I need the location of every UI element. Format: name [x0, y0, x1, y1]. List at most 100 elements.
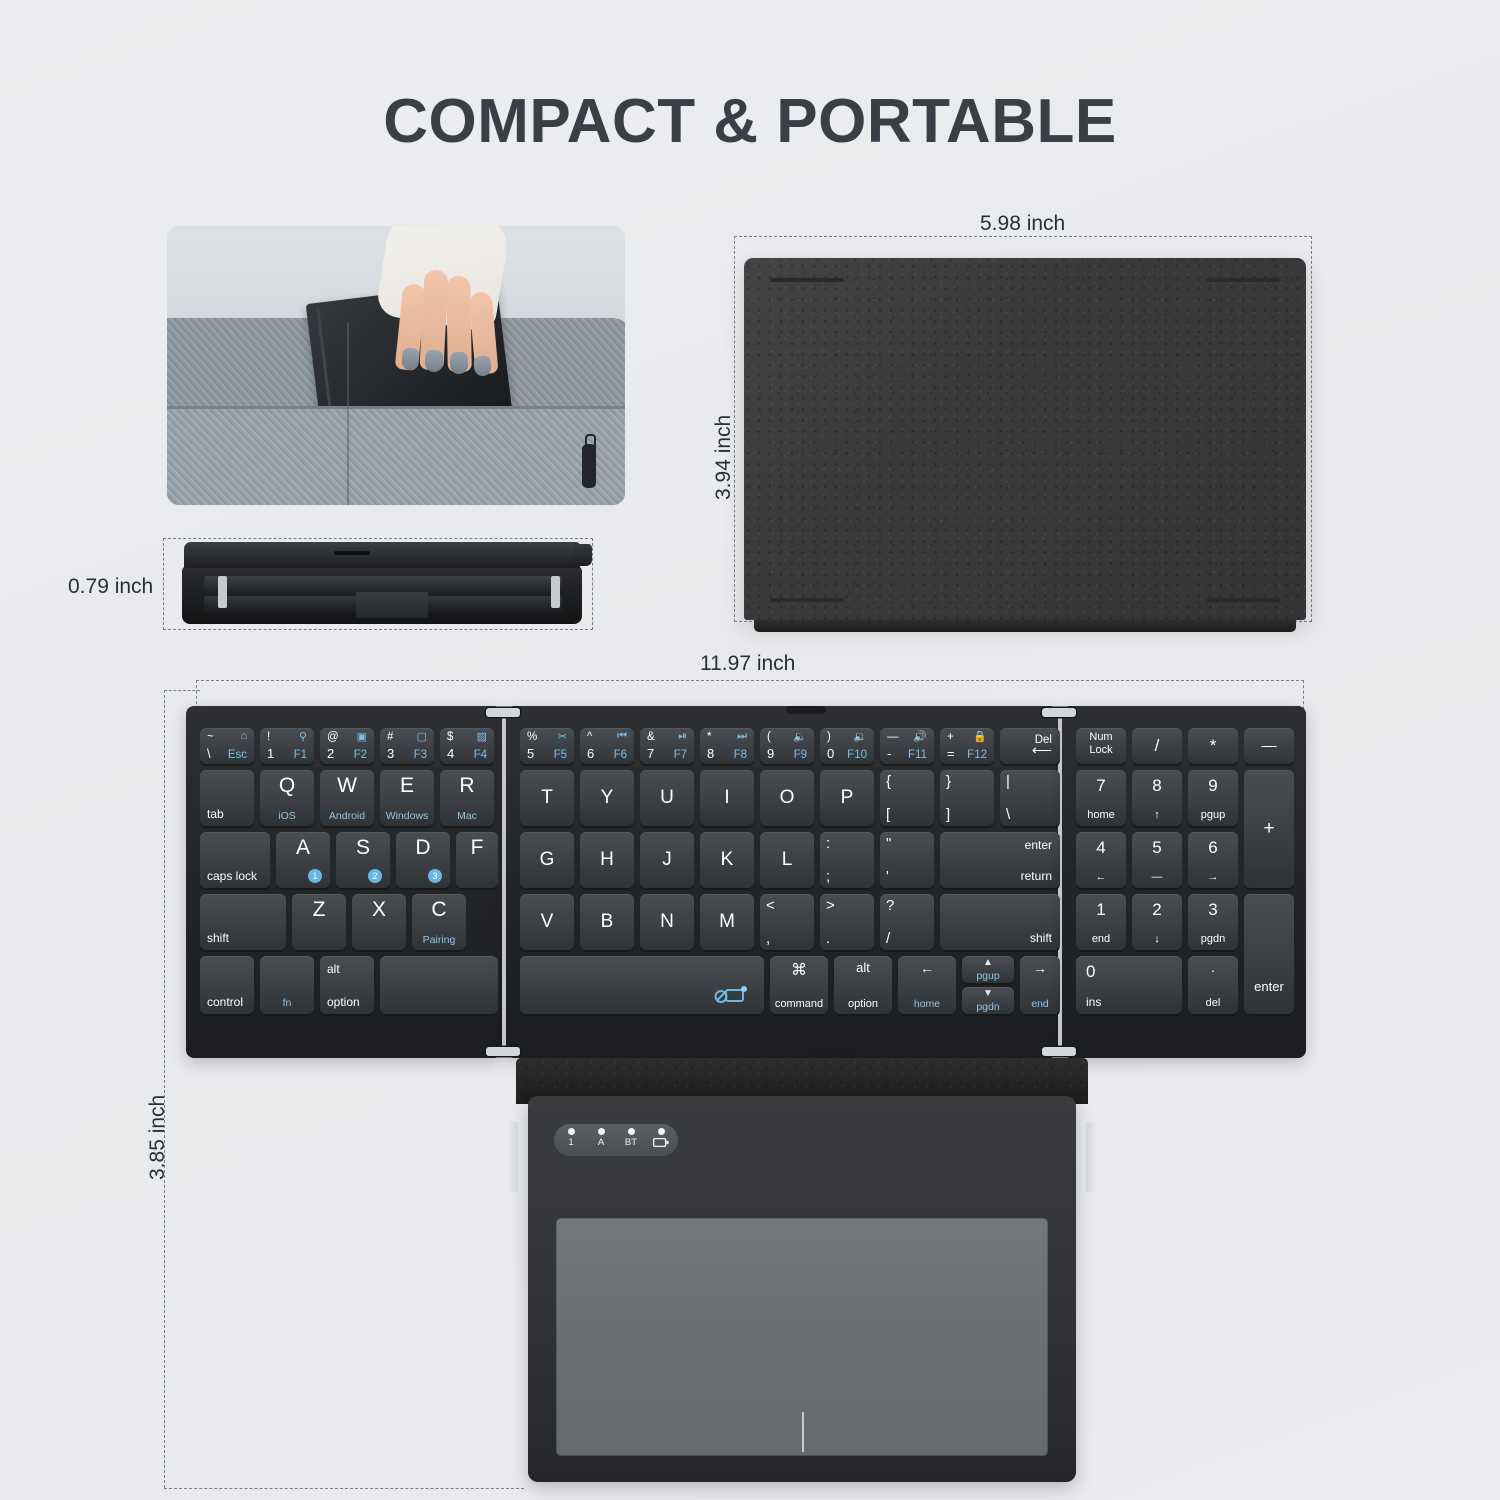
key-legend: F7: [673, 749, 687, 761]
key-numpad-7[interactable]: 7 home: [1076, 770, 1126, 826]
key-q[interactable]: Q iOS: [260, 770, 314, 826]
key-3-f3[interactable]: # 3 ▢ F3: [380, 728, 434, 764]
key-tab[interactable]: tab: [200, 770, 254, 826]
key-x[interactable]: X: [352, 894, 406, 950]
led-label: 1: [568, 1137, 574, 1148]
key-i[interactable]: I: [700, 770, 754, 826]
key-numpad-3[interactable]: 3 pgdn: [1188, 894, 1238, 950]
key-down-pgdn[interactable]: ▼ pgdn: [962, 987, 1014, 1014]
key-fn[interactable]: fn: [260, 956, 314, 1014]
key-slash[interactable]: ? /: [880, 894, 934, 950]
key-shift-left[interactable]: shift: [200, 894, 286, 950]
key-legend: B: [600, 911, 614, 932]
key-numpad-6[interactable]: 6 →: [1188, 832, 1238, 888]
key-t[interactable]: T: [520, 770, 574, 826]
key-o[interactable]: O: [760, 770, 814, 826]
key-y[interactable]: Y: [580, 770, 634, 826]
key-legend: C: [431, 898, 447, 921]
key-bracket-right[interactable]: } ]: [940, 770, 994, 826]
key-legend: F5: [553, 749, 567, 761]
key-numpad-9[interactable]: 9 pgup: [1188, 770, 1238, 826]
key-legend: 8: [707, 746, 715, 761]
key-w[interactable]: W Android: [320, 770, 374, 826]
arrow-left-icon: ←: [920, 960, 934, 976]
key-numpad-multiply[interactable]: *: [1188, 728, 1238, 764]
key-z[interactable]: Z: [292, 894, 346, 950]
key-shift-right[interactable]: shift: [940, 894, 1060, 950]
key-bracket-left[interactable]: { [: [880, 770, 934, 826]
key-d[interactable]: D 3: [396, 832, 450, 888]
key-blank-left[interactable]: [380, 956, 498, 1014]
channel-badge-1: 1: [308, 869, 322, 883]
key-k[interactable]: K: [700, 832, 754, 888]
key-2-f2[interactable]: @ 2 ▣ F2: [320, 728, 374, 764]
key-9-f9[interactable]: ( 9 🔈 F9: [760, 728, 814, 764]
key-legend: 8: [1152, 776, 1162, 795]
key-legend: M: [719, 911, 735, 932]
key-semicolon[interactable]: : ;: [820, 832, 874, 888]
key-p[interactable]: P: [820, 770, 874, 826]
key-command[interactable]: ⌘ command: [770, 956, 828, 1014]
key-m[interactable]: M: [700, 894, 754, 950]
key-period[interactable]: > .: [820, 894, 874, 950]
key-numpad-5[interactable]: 5 —: [1132, 832, 1182, 888]
key-numpad-decimal[interactable]: · del: [1188, 956, 1238, 1014]
key-alt-option-left[interactable]: alt option: [320, 956, 374, 1014]
key-f[interactable]: F: [456, 832, 498, 888]
key-v[interactable]: V: [520, 894, 574, 950]
key-h[interactable]: H: [580, 832, 634, 888]
key-quote[interactable]: " ': [880, 832, 934, 888]
key-r[interactable]: R Mac: [440, 770, 494, 826]
key-minus-f11[interactable]: — - 🔊 F11: [880, 728, 934, 764]
key-caps-lock[interactable]: caps lock: [200, 832, 270, 888]
key-legend: alt: [327, 962, 340, 976]
key-right-end[interactable]: → end: [1020, 956, 1060, 1014]
key-s[interactable]: S 2: [336, 832, 390, 888]
key-numpad-divide[interactable]: /: [1132, 728, 1182, 764]
key-u[interactable]: U: [640, 770, 694, 826]
key-1-f1[interactable]: ! 1 ⚲ F1: [260, 728, 314, 764]
key-4-f4[interactable]: $ 4 ▨ F4: [440, 728, 494, 764]
key-esc[interactable]: ~ \ ⌂ Esc: [200, 728, 254, 764]
key-7-f7[interactable]: & 7 ⏯ F7: [640, 728, 694, 764]
key-8-f8[interactable]: * 8 ⏭ F8: [700, 728, 754, 764]
key-numpad-2[interactable]: 2 ↓: [1132, 894, 1182, 950]
key-comma[interactable]: < ,: [760, 894, 814, 950]
key-space[interactable]: [520, 956, 764, 1014]
key-a[interactable]: A 1: [276, 832, 330, 888]
key-numpad-minus[interactable]: —: [1244, 728, 1294, 764]
key-enter-return[interactable]: enter return: [940, 832, 1060, 888]
key-numpad-1[interactable]: 1 end: [1076, 894, 1126, 950]
key-legend: /: [886, 930, 891, 947]
key-legend: 9: [1208, 776, 1218, 795]
led-battery: [646, 1128, 676, 1148]
key-numpad-0[interactable]: 0 ins: [1076, 956, 1182, 1014]
key-numpad-4[interactable]: 4 ←: [1076, 832, 1126, 888]
key-sublegend: Mac: [457, 810, 477, 822]
key-c-pairing[interactable]: C Pairing: [412, 894, 466, 950]
key-j[interactable]: J: [640, 832, 694, 888]
key-legend: command: [774, 998, 824, 1010]
key-0-f10[interactable]: ) 0 🔉 F10: [820, 728, 874, 764]
key-equals-f12[interactable]: + = 🔒 F12: [940, 728, 994, 764]
key-l[interactable]: L: [760, 832, 814, 888]
key-n[interactable]: N: [640, 894, 694, 950]
key-5-f5[interactable]: % 5 ✂ F5: [520, 728, 574, 764]
key-control[interactable]: control: [200, 956, 254, 1014]
key-e[interactable]: E Windows: [380, 770, 434, 826]
key-numpad-plus[interactable]: +: [1244, 770, 1294, 888]
key-legend: shift: [1029, 931, 1052, 945]
key-numpad-8[interactable]: 8 ↑: [1132, 770, 1182, 826]
key-alt-option-right[interactable]: alt option: [834, 956, 892, 1014]
key-b[interactable]: B: [580, 894, 634, 950]
key-up-pgup[interactable]: ▲ pgup: [962, 956, 1014, 983]
key-6-f6[interactable]: ^ 6 ⏮ F6: [580, 728, 634, 764]
key-g[interactable]: G: [520, 832, 574, 888]
key-num-lock[interactable]: Num Lock: [1076, 728, 1126, 764]
key-delete-backspace[interactable]: Del ⟵: [1000, 728, 1060, 764]
key-numpad-enter[interactable]: enter: [1244, 894, 1294, 1014]
key-backslash[interactable]: | \: [1000, 770, 1060, 826]
key-left-home[interactable]: ← home: [898, 956, 956, 1014]
touchpad-surface[interactable]: [556, 1218, 1048, 1456]
key-legend: X: [371, 898, 386, 921]
